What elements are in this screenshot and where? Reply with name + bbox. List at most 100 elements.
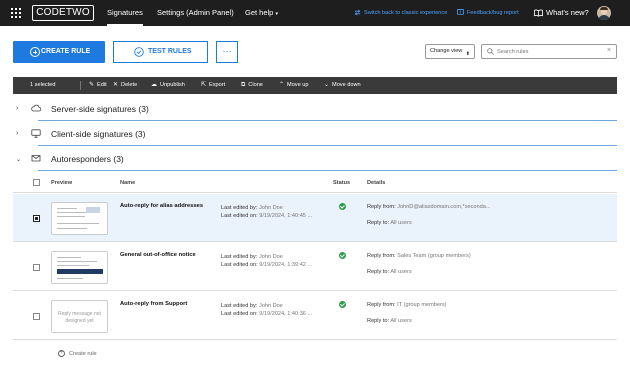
- preview-thumbnail[interactable]: [51, 251, 108, 284]
- section-client-side-signatures[interactable]: › Client-side signatures (3): [13, 122, 617, 146]
- rule-name[interactable]: Auto-reply from Support: [120, 301, 187, 307]
- selection-toolbar: 1 selected ✎ Edit ✕ Delete ☁ Unpublish ⇱ Exp…: [13, 77, 617, 94]
- chevron-right-icon: ›: [16, 105, 19, 112]
- search-icon: [487, 48, 494, 55]
- chevron-down-icon: ▾: [275, 11, 278, 17]
- export-icon: ⇱: [201, 82, 207, 88]
- delete-label: Delete: [121, 82, 138, 88]
- feedback-link[interactable]: Feedback/bug report: [457, 0, 519, 26]
- unpublish-button[interactable]: ☁ Unpublish: [151, 77, 185, 94]
- feedback-icon: [457, 9, 464, 15]
- preview-empty-text: Reply message not designed yet: [58, 311, 101, 324]
- feedback-label: Feedback/bug report: [467, 10, 519, 16]
- edited-by-label: Last edited by:: [221, 205, 258, 211]
- section-title: Client-side signatures (3): [51, 129, 146, 139]
- table-row[interactable]: Reply message not designed yet Auto-repl…: [13, 292, 617, 340]
- arrow-down-icon: ⌄: [324, 82, 330, 88]
- table-row[interactable]: Auto-reply for alias addresses Last edit…: [13, 194, 617, 242]
- create-rule-link[interactable]: + Create rule: [58, 350, 97, 357]
- reply-to-label: Reply to:: [367, 318, 390, 324]
- row-checkbox[interactable]: [33, 313, 40, 320]
- row-checkbox[interactable]: [33, 215, 40, 222]
- export-label: Export: [209, 82, 226, 88]
- test-rules-button[interactable]: TEST RULES: [113, 41, 208, 63]
- tab-signatures[interactable]: Signatures: [107, 0, 143, 26]
- whats-new-button[interactable]: What's new?: [534, 0, 589, 26]
- chevron-updown-icon: ⬍: [465, 51, 470, 57]
- edited-on-value: 9/19/2024, 1:40:45 ...: [259, 213, 313, 219]
- chevron-right-icon: ›: [16, 130, 19, 137]
- table-header: Preview Name Status Details: [13, 173, 617, 193]
- edit-icon: ✎: [89, 82, 95, 88]
- row-checkbox[interactable]: [33, 264, 40, 271]
- check-circle-icon: [134, 47, 144, 57]
- rule-meta: Last edited by: John Doe Last edited on:…: [221, 302, 312, 318]
- edited-on-value: 9/19/2024, 1:40:36 ...: [259, 311, 313, 317]
- reply-from: Reply from: JohnD@aliasdomain.com,*secon…: [367, 204, 491, 210]
- change-view-dropdown[interactable]: Change view ⬍: [425, 44, 475, 59]
- cloud-icon: ☁: [151, 82, 157, 88]
- delete-button[interactable]: ✕ Delete: [113, 77, 137, 94]
- reply-from: Reply from: IT (group members): [367, 302, 447, 308]
- arrow-up-icon: ⌃: [279, 82, 285, 88]
- export-button[interactable]: ⇱ Export: [201, 77, 225, 94]
- reply-from-value: JohnD@aliasdomain.com,*seconda...: [397, 204, 491, 210]
- edit-button[interactable]: ✎ Edit: [89, 77, 107, 94]
- switch-arrows-icon: [354, 9, 361, 16]
- add-circle-icon: +: [58, 350, 65, 357]
- clone-icon: ⧉: [241, 82, 246, 88]
- tab-get-help[interactable]: Get help ▾: [245, 0, 278, 26]
- toolbar-divider: [80, 81, 81, 90]
- switch-classic-link[interactable]: Switch back to classic experience: [354, 0, 447, 26]
- clone-button[interactable]: ⧉ Clone: [241, 77, 263, 94]
- reply-from: Reply from: Sales Team (group members): [367, 253, 471, 259]
- reply-to-label: Reply to:: [367, 220, 390, 226]
- change-view-label: Change view: [430, 48, 463, 54]
- add-circle-icon: [30, 47, 40, 57]
- preview-thumbnail[interactable]: Reply message not designed yet: [51, 300, 108, 333]
- rule-meta: Last edited by: John Doe Last edited on:…: [221, 253, 312, 269]
- unpublish-label: Unpublish: [160, 82, 185, 88]
- search-box: ×: [481, 44, 617, 59]
- edited-by-value: John Doe: [258, 205, 283, 211]
- create-rule-label: CREATE RULE: [41, 48, 91, 55]
- reply-from-label: Reply from:: [367, 253, 396, 259]
- reply-from-value: IT (group members): [397, 302, 447, 308]
- section-autoresponders[interactable]: ⌄ Autoresponders (3): [13, 147, 617, 171]
- monitor-icon: [31, 129, 41, 138]
- section-divider: [38, 170, 617, 171]
- edited-on-label: Last edited on:: [221, 213, 258, 219]
- status-active-icon: [339, 301, 346, 308]
- move-up-button[interactable]: ⌃ Move up: [279, 77, 309, 94]
- switch-classic-label: Switch back to classic experience: [364, 10, 448, 16]
- preview-thumbnail[interactable]: [51, 202, 108, 235]
- delete-icon: ✕: [113, 82, 119, 88]
- reply-to-value: All users: [390, 269, 412, 275]
- select-all-checkbox[interactable]: [33, 179, 40, 186]
- more-options-button[interactable]: ···: [216, 41, 238, 63]
- column-status: Status: [333, 180, 351, 186]
- user-avatar[interactable]: [597, 6, 611, 20]
- section-server-side-signatures[interactable]: › Server-side signatures (3): [13, 97, 617, 121]
- clear-search-icon[interactable]: ×: [607, 47, 611, 54]
- top-navigation-bar: CODETWO Signatures Settings (Admin Panel…: [0, 0, 630, 26]
- edited-on-label: Last edited on:: [221, 311, 258, 317]
- move-down-button[interactable]: ⌄ Move down: [324, 77, 361, 94]
- rule-name[interactable]: General out-of-office notice: [120, 252, 196, 258]
- reply-to: Reply to: All users: [367, 269, 412, 275]
- app-launcher-icon[interactable]: [11, 8, 21, 18]
- column-preview: Preview: [51, 180, 73, 186]
- table-row[interactable]: General out-of-office notice Last edited…: [13, 243, 617, 291]
- section-divider: [38, 145, 617, 146]
- codetwo-logo: CODETWO: [32, 5, 94, 21]
- section-title: Autoresponders (3): [51, 154, 124, 164]
- search-input[interactable]: [497, 46, 597, 57]
- tab-settings-admin-panel[interactable]: Settings (Admin Panel): [157, 0, 234, 26]
- edited-by-value: John Doe: [258, 303, 283, 309]
- reply-from-value: Sales Team (group members): [397, 253, 471, 259]
- mail-reply-icon: [31, 155, 41, 162]
- cloud-icon: [31, 104, 41, 112]
- chevron-down-icon: ⌄: [16, 157, 22, 163]
- create-rule-button[interactable]: CREATE RULE: [13, 41, 105, 63]
- rule-name[interactable]: Auto-reply for alias addresses: [120, 203, 203, 209]
